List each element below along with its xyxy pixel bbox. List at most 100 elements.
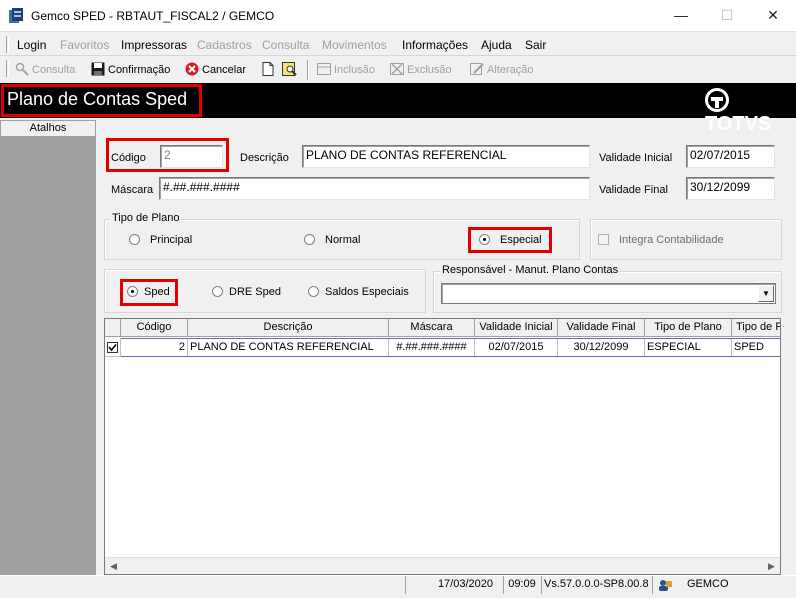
new-document-button[interactable]: [261, 62, 278, 78]
radio-principal[interactable]: Principal: [129, 234, 192, 246]
menubar-grip: [6, 36, 9, 53]
atalhos-header[interactable]: Atalhos: [0, 120, 96, 137]
status-date: 17/03/2020: [405, 576, 501, 594]
responsavel-legend: Responsável - Manut. Plano Contas: [440, 264, 621, 276]
menu-impressoras[interactable]: Impressoras: [121, 38, 187, 52]
grid-header-codigo[interactable]: Código: [121, 319, 188, 337]
scroll-left-icon[interactable]: ◀: [105, 558, 122, 574]
menu-ajuda[interactable]: Ajuda: [481, 38, 512, 52]
responsavel-select[interactable]: ▼: [441, 283, 776, 304]
totvs-logo-icon: [705, 88, 729, 112]
inclusao-button[interactable]: Inclusão: [317, 62, 375, 78]
radio-normal[interactable]: Normal: [304, 234, 360, 246]
sped-highlight: [120, 279, 178, 306]
search-document-icon: [282, 62, 297, 76]
totvs-logo: TOTVS: [705, 88, 796, 136]
menu-sair[interactable]: Sair: [525, 38, 546, 52]
exclusao-label: Exclusão: [407, 64, 452, 76]
page-header: Plano de Contas Sped TOTVS: [0, 83, 796, 135]
grid-header-descricao[interactable]: Descrição: [188, 319, 389, 337]
edit-record-icon: [470, 62, 484, 76]
grid-header-validade-final[interactable]: Validade Final: [558, 319, 645, 337]
validade-inicial-field[interactable]: 02/07/2015: [686, 145, 775, 168]
confirmacao-button[interactable]: Confirmação: [91, 62, 170, 78]
exclusao-button[interactable]: Exclusão: [390, 62, 452, 78]
app-icon: [9, 8, 23, 24]
status-version: Vs.57.0.0.0-SP8.00.8: [541, 576, 651, 594]
radio-saldos-especiais-label: Saldos Especiais: [325, 286, 409, 298]
horizontal-scrollbar[interactable]: ◀ ▶: [105, 557, 780, 574]
tipo-plano-legend: Tipo de Plano: [110, 212, 182, 224]
radio-dre-sped-dot: [212, 286, 223, 297]
descricao-label: Descrição: [240, 152, 289, 164]
menu-consulta[interactable]: Consulta: [262, 38, 309, 52]
totvs-logo-text: TOTVS: [705, 113, 772, 135]
descricao-field[interactable]: PLANO DE CONTAS REFERENCIAL: [302, 145, 590, 168]
window-title: Gemco SPED - RBTAUT_FISCAL2 / GEMCO: [31, 9, 275, 23]
toolbar-grip: [6, 60, 9, 77]
consulta-button[interactable]: Consulta: [15, 62, 75, 78]
consulta-label: Consulta: [32, 64, 76, 76]
minimize-button[interactable]: —: [658, 0, 704, 32]
mascara-label: Máscara: [111, 184, 154, 196]
radio-principal-dot: [129, 234, 140, 245]
alteracao-button[interactable]: Alteração: [470, 62, 533, 78]
mascara-field[interactable]: #.##.###.####: [159, 177, 590, 200]
search-document-button[interactable]: [282, 62, 299, 78]
row-checkbox-cell[interactable]: [105, 338, 121, 357]
menu-cadastros[interactable]: Cadastros: [197, 38, 252, 52]
grid-header-tipo-p[interactable]: Tipo de P: [732, 319, 780, 337]
inclusao-label: Inclusão: [334, 64, 375, 76]
status-time: 09:09: [503, 576, 540, 594]
radio-principal-label: Principal: [150, 234, 193, 246]
new-document-icon: [261, 62, 275, 76]
grid-header-validade-inicial[interactable]: Validade Inicial: [475, 319, 558, 337]
cancelar-label: Cancelar: [202, 64, 247, 76]
menu-informacoes[interactable]: Informações: [402, 38, 468, 52]
window-titlebar: Gemco SPED - RBTAUT_FISCAL2 / GEMCO — ☐ …: [0, 0, 796, 32]
radio-dre-sped[interactable]: DRE Sped: [212, 286, 281, 298]
confirmacao-label: Confirmação: [108, 64, 171, 76]
alteracao-label: Alteração: [487, 64, 534, 76]
delete-record-icon: [390, 62, 404, 76]
validade-final-label: Validade Final: [599, 184, 668, 196]
toolbar: Consulta Confirmação Cancelar Inclusão E…: [0, 57, 796, 83]
grid-header-mascara[interactable]: Máscara: [389, 319, 475, 337]
chevron-down-icon[interactable]: ▼: [758, 285, 774, 302]
validade-inicial-label: Validade Inicial: [599, 152, 673, 164]
especial-highlight: [468, 227, 552, 253]
status-user-icon: [652, 576, 678, 594]
integra-label: Integra Contabilidade: [619, 234, 724, 246]
maximize-button[interactable]: ☐: [704, 0, 750, 32]
grid-header-select: [105, 319, 121, 337]
grid-header-tipo-plano[interactable]: Tipo de Plano: [645, 319, 732, 337]
codigo-highlight: [106, 138, 229, 172]
integra-checkbox[interactable]: Integra Contabilidade: [598, 234, 724, 246]
status-bar: 17/03/2020 09:09 Vs.57.0.0.0-SP8.00.8 GE…: [0, 575, 796, 594]
add-record-icon: [317, 62, 331, 76]
menu-movimentos[interactable]: Movimentos: [322, 38, 387, 52]
plano-contas-grid: Código Descrição Máscara Validade Inicia…: [104, 318, 781, 575]
radio-saldos-especiais-dot: [308, 286, 319, 297]
checkbox-checked-icon: [107, 342, 118, 353]
toolbar-separator: [307, 60, 309, 80]
save-icon: [91, 62, 105, 76]
close-button[interactable]: ✕: [750, 0, 796, 32]
cancel-icon: [185, 62, 199, 76]
radio-normal-label: Normal: [325, 234, 361, 246]
radio-saldos-especiais[interactable]: Saldos Especiais: [308, 286, 409, 298]
integra-checkbox-box: [598, 234, 609, 245]
radio-dre-sped-label: DRE Sped: [229, 286, 281, 298]
page-title-highlight: [1, 84, 202, 117]
status-company: GEMCO: [687, 578, 729, 590]
validade-final-field[interactable]: 30/12/2099: [686, 177, 775, 200]
menu-bar: Login Favoritos Impressoras Cadastros Co…: [0, 33, 796, 56]
search-icon: [15, 62, 29, 76]
menu-favoritos[interactable]: Favoritos: [60, 38, 109, 52]
scroll-right-icon[interactable]: ▶: [763, 558, 780, 574]
radio-normal-dot: [304, 234, 315, 245]
menu-login[interactable]: Login: [17, 38, 46, 52]
sidebar: Atalhos: [0, 120, 96, 575]
cancelar-button[interactable]: Cancelar: [185, 62, 246, 78]
selected-row-outline: [121, 338, 780, 357]
